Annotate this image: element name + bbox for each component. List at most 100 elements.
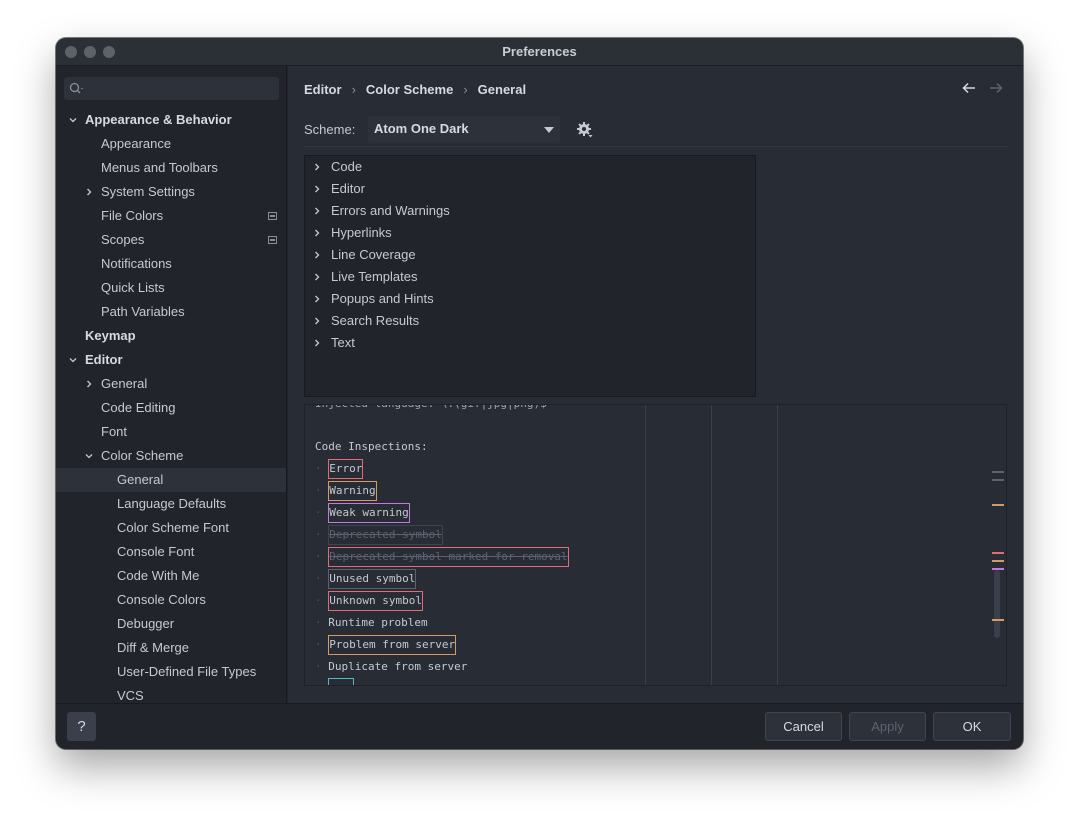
sidebar-item-label: Console Colors (117, 592, 206, 607)
forward-arrow-icon[interactable] (989, 82, 1003, 94)
stripe-mark (992, 504, 1004, 506)
cancel-button[interactable]: Cancel (765, 712, 842, 741)
sidebar-item-label: User-Defined File Types (117, 664, 257, 679)
inspection-sample: Warning (328, 481, 377, 501)
sidebar-item-label: File Colors (101, 208, 164, 223)
settings-sidebar: Appearance & Behavior Appearance Menus and… (56, 66, 287, 703)
sidebar-item[interactable]: Console Font (56, 540, 286, 564)
scheme-dropdown-value: Atom One Dark (374, 121, 469, 136)
sidebar-item[interactable]: VCS (56, 684, 286, 703)
settings-search-input[interactable] (64, 77, 279, 100)
sidebar-item-label: Appearance & Behavior (85, 112, 232, 127)
category-item[interactable]: Text (305, 332, 755, 354)
chevron-right-icon[interactable] (313, 229, 321, 237)
indent-guide (645, 405, 646, 685)
sidebar-item-label: Font (101, 424, 128, 439)
sidebar-item[interactable]: System Settings (56, 180, 286, 204)
chevron-right-icon[interactable] (313, 339, 321, 347)
sidebar-item[interactable]: Path Variables (56, 300, 286, 324)
chevron-down-icon[interactable] (69, 116, 77, 124)
preview-line: · Deprecated symbol (315, 524, 443, 546)
sidebar-item-label: Diff & Merge (117, 640, 190, 655)
breadcrumb-general: General (477, 81, 527, 97)
sidebar-item[interactable]: User-Defined File Types (56, 660, 286, 684)
apply-button[interactable]: Apply (849, 712, 926, 741)
sidebar-item[interactable]: Code With Me (56, 564, 286, 588)
whitespace-dot: · (315, 506, 329, 519)
sidebar-item[interactable]: Diff & Merge (56, 636, 286, 660)
category-item[interactable]: Live Templates (305, 266, 755, 288)
scheme-label: Scheme: (304, 122, 356, 137)
sidebar-item[interactable]: Color Scheme (56, 444, 286, 468)
sidebar-item-label: System Settings (101, 184, 195, 199)
category-label: Editor (331, 181, 365, 196)
stripe-mark (992, 568, 1004, 570)
inspection-sample: Problem from server (328, 635, 457, 655)
preview-scrollbar[interactable] (994, 570, 1000, 638)
color-category-tree: Code Editor Errors and Warnings Hyperlinks L… (304, 155, 756, 397)
inspection-sample (328, 678, 355, 685)
chevron-right-icon[interactable] (313, 295, 321, 303)
sidebar-item[interactable]: Font (56, 420, 286, 444)
sidebar-item[interactable]: Scopes (56, 228, 286, 252)
sidebar-item-label: VCS (117, 688, 144, 703)
category-label: Code (331, 159, 363, 174)
sidebar-item[interactable]: Appearance & Behavior (56, 108, 286, 132)
whitespace-dot: · (315, 528, 329, 541)
sidebar-item[interactable]: Color Scheme Font (56, 516, 286, 540)
color-scheme-preview: Injected language: \.(gif|jpg|png)$ Code… (304, 404, 1007, 686)
sidebar-item[interactable]: Appearance (56, 132, 286, 156)
inspection-sample: Deprecated symbol (328, 525, 443, 545)
category-item[interactable]: Popups and Hints (305, 288, 755, 310)
whitespace-dot: · (315, 572, 329, 585)
chevron-right-icon[interactable] (313, 163, 321, 171)
category-item[interactable]: Hyperlinks (305, 222, 755, 244)
category-item[interactable]: Code (305, 156, 755, 178)
sidebar-item[interactable]: General (56, 372, 286, 396)
sidebar-item[interactable]: Code Editing (56, 396, 286, 420)
sidebar-item[interactable]: Menus and Toolbars (56, 156, 286, 180)
inspection-sample: Error (328, 459, 364, 479)
chevron-right-icon[interactable] (85, 380, 93, 388)
sidebar-item[interactable]: Notifications (56, 252, 286, 276)
chevron-right-icon[interactable] (313, 251, 321, 259)
gear-icon[interactable] (576, 121, 594, 139)
scheme-dropdown[interactable]: Atom One Dark (368, 116, 560, 142)
sidebar-item[interactable]: Debugger (56, 612, 286, 636)
sidebar-item-label: Scopes (101, 232, 145, 247)
sidebar-item[interactable]: Editor (56, 348, 286, 372)
sidebar-item[interactable]: File Colors (56, 204, 286, 228)
stripe-mark (992, 619, 1004, 621)
category-item[interactable]: Search Results (305, 310, 755, 332)
chevron-right-icon[interactable] (313, 317, 321, 325)
back-arrow-icon[interactable] (962, 82, 976, 94)
sidebar-item-label: Path Variables (101, 304, 185, 319)
breadcrumb-editor[interactable]: Editor (304, 82, 342, 97)
sidebar-item[interactable]: Quick Lists (56, 276, 286, 300)
sidebar-item[interactable]: Console Colors (56, 588, 286, 612)
chevron-right-icon[interactable] (85, 188, 93, 196)
category-item[interactable]: Errors and Warnings (305, 200, 755, 222)
dialog-footer: ? Cancel Apply OK (56, 703, 1023, 749)
chevron-right-icon[interactable] (313, 273, 321, 281)
chevron-right-icon[interactable] (313, 185, 321, 193)
sidebar-item[interactable]: General (56, 468, 286, 492)
chevron-right-icon[interactable] (313, 207, 321, 215)
breadcrumb-color-scheme[interactable]: Color Scheme (366, 82, 453, 97)
whitespace-dot: · (315, 616, 329, 629)
indent-guide (711, 405, 712, 685)
ok-button[interactable]: OK (933, 712, 1011, 741)
chevron-down-icon[interactable] (69, 356, 77, 364)
category-item[interactable]: Editor (305, 178, 755, 200)
category-item[interactable]: Line Coverage (305, 244, 755, 266)
category-label: Popups and Hints (331, 291, 434, 306)
help-button[interactable]: ? (67, 712, 96, 741)
chevron-down-icon[interactable] (85, 452, 93, 460)
sidebar-item-label: Color Scheme Font (117, 520, 229, 535)
sidebar-item[interactable]: Keymap (56, 324, 286, 348)
sidebar-item[interactable]: Language Defaults (56, 492, 286, 516)
settings-content: Editor › Color Scheme › General Scheme: … (288, 66, 1023, 703)
breadcrumb-separator-icon: › (463, 81, 468, 97)
sidebar-item-label: General (101, 376, 148, 391)
category-label: Errors and Warnings (331, 203, 450, 218)
